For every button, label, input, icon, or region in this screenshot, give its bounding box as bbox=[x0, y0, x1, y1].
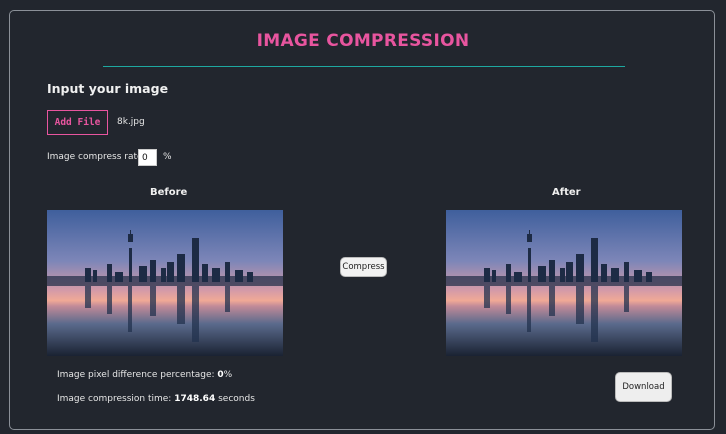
after-image bbox=[446, 210, 682, 356]
compress-rate-label: Image compress rate: bbox=[47, 152, 146, 162]
compress-rate-input[interactable] bbox=[138, 149, 157, 166]
compression-time-stat: Image compression time: 1748.64 seconds bbox=[57, 394, 255, 404]
compress-button[interactable]: Compress bbox=[340, 257, 387, 277]
page-title: IMAGE COMPRESSION bbox=[256, 31, 470, 51]
selected-file-name: 8k.jpg bbox=[117, 117, 145, 127]
title-divider bbox=[103, 66, 625, 67]
compression-time-value: 1748.64 bbox=[174, 394, 216, 404]
compression-time-unit: seconds bbox=[218, 394, 255, 404]
after-label: After bbox=[552, 187, 581, 198]
compress-rate-unit: % bbox=[163, 152, 172, 162]
download-button[interactable]: Download bbox=[615, 372, 672, 402]
before-label: Before bbox=[150, 187, 188, 198]
before-image bbox=[47, 210, 283, 356]
add-file-button[interactable]: Add File bbox=[47, 110, 108, 135]
compression-time-label: Image compression time: bbox=[57, 394, 172, 404]
pixel-difference-label: Image pixel difference percentage: bbox=[57, 370, 215, 380]
input-section-heading: Input your image bbox=[47, 81, 169, 96]
pixel-difference-stat: Image pixel difference percentage: 0% bbox=[57, 370, 232, 380]
pixel-difference-unit: % bbox=[223, 370, 233, 380]
